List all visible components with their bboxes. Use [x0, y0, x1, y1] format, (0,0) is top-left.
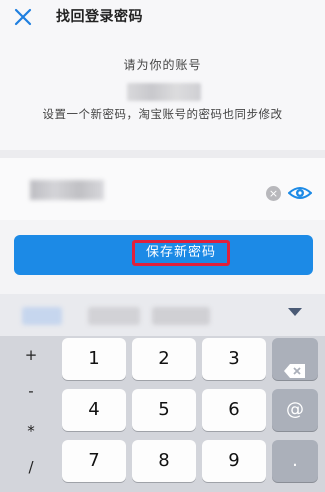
instructions-panel: 请为你的账号 设置一个新密码，淘宝账号的密码也同步修改 — [0, 36, 325, 156]
keyboard-suggestion[interactable] — [22, 307, 62, 325]
key-9[interactable]: 9 — [202, 440, 266, 482]
save-button-label: 保存新密码 — [132, 240, 230, 266]
symbol-key-multiply[interactable]: * — [10, 422, 52, 440]
header-bar: 找回登录密码 — [0, 0, 325, 36]
symbol-key-minus[interactable]: - — [10, 382, 52, 400]
masked-password-value — [30, 180, 104, 200]
key-2[interactable]: 2 — [132, 338, 196, 380]
key-7[interactable]: 7 — [62, 440, 126, 482]
backspace-key[interactable] — [272, 338, 318, 380]
keyboard-suggestion[interactable] — [152, 307, 210, 325]
save-new-password-button[interactable]: 保存新密码 — [14, 235, 313, 275]
keyboard-toolbar — [0, 294, 325, 336]
backspace-icon — [284, 352, 306, 378]
key-4[interactable]: 4 — [62, 389, 126, 431]
instruction-line-1: 请为你的账号 — [123, 58, 202, 72]
masked-account-name — [127, 83, 201, 101]
instruction-line-2: 设置一个新密码，淘宝账号的密码也同步修改 — [42, 107, 283, 121]
page-title: 找回登录密码 — [56, 9, 143, 25]
key-6[interactable]: 6 — [202, 389, 266, 431]
key-8[interactable]: 8 — [132, 440, 196, 482]
key-5[interactable]: 5 — [132, 389, 196, 431]
key-1[interactable]: 1 — [62, 338, 126, 380]
hint-link[interactable] — [0, 284, 325, 294]
new-password-field[interactable]: × — [0, 158, 325, 220]
keyboard-suggestion[interactable] — [88, 307, 140, 325]
eye-icon[interactable] — [287, 182, 313, 204]
symbol-key-divide[interactable]: / — [10, 458, 52, 476]
chevron-down-icon[interactable] — [288, 308, 302, 316]
section-divider — [0, 150, 325, 158]
key-3[interactable]: 3 — [202, 338, 266, 380]
close-icon[interactable] — [10, 4, 36, 30]
symbol-column: + - * / — [10, 336, 52, 492]
clear-input-icon[interactable]: × — [266, 186, 281, 201]
symbol-key-plus[interactable]: + — [10, 346, 52, 364]
at-key[interactable]: @ — [272, 389, 318, 431]
dot-key[interactable]: . — [272, 440, 318, 482]
numeric-keyboard: + - * / 1 2 3 4 5 6 @ 7 8 9 . — [0, 336, 325, 492]
